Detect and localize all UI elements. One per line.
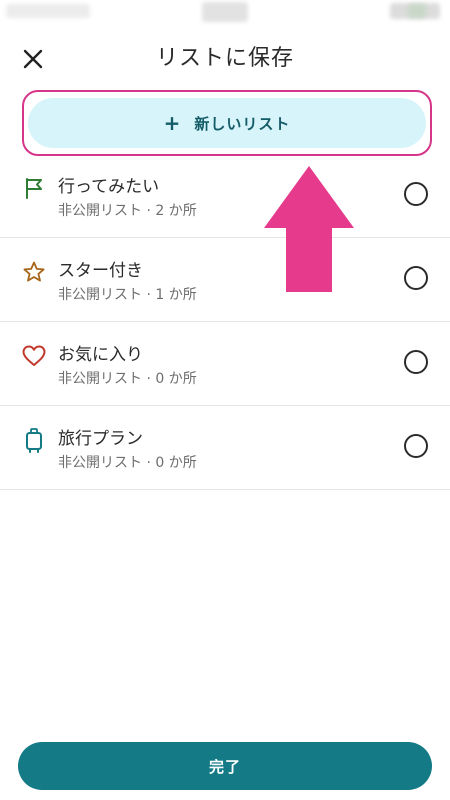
list-meta: 非公開リスト · 2 か所 [58, 203, 197, 219]
done-label: 完了 [208, 757, 241, 776]
heart-icon [20, 342, 48, 370]
save-to-list-screen: リストに保存 + 新しいリスト 行ってみたい 非公開リスト · 2 か所 スター… [0, 0, 450, 800]
star-icon [20, 258, 48, 286]
status-bar-time [6, 4, 90, 18]
new-list-button[interactable]: + 新しいリスト [28, 98, 426, 148]
status-bar-notch [202, 2, 248, 22]
done-button[interactable]: 完了 [18, 742, 432, 790]
list-name: 行ってみたい [58, 177, 160, 197]
list-meta: 非公開リスト · 1 か所 [58, 287, 197, 303]
list-item-favorites[interactable]: お気に入り 非公開リスト · 0 か所 [0, 322, 450, 406]
page-title: リストに保存 [155, 46, 294, 71]
suitcase-icon [20, 426, 48, 454]
list-name: 旅行プラン [58, 429, 143, 449]
radio-button[interactable] [404, 182, 428, 206]
list-item-travel-plan[interactable]: 旅行プラン 非公開リスト · 0 か所 [0, 406, 450, 490]
list-name: お気に入り [58, 345, 143, 365]
radio-button[interactable] [404, 350, 428, 374]
battery-icon [408, 4, 426, 18]
saved-lists: 行ってみたい 非公開リスト · 2 か所 スター付き 非公開リスト · 1 か所… [0, 154, 450, 490]
list-meta: 非公開リスト · 0 か所 [58, 455, 197, 471]
flag-icon [20, 174, 48, 202]
arrow-up-icon [264, 166, 354, 292]
radio-button[interactable] [404, 266, 428, 290]
radio-button[interactable] [404, 434, 428, 458]
list-item-starred[interactable]: スター付き 非公開リスト · 1 か所 [0, 238, 450, 322]
list-name: スター付き [58, 261, 143, 281]
header: リストに保存 [0, 36, 450, 80]
new-list-label: 新しいリスト [194, 114, 291, 133]
plus-icon: + [163, 111, 181, 135]
list-item-want-to-go[interactable]: 行ってみたい 非公開リスト · 2 か所 [0, 154, 450, 238]
status-bar [0, 0, 450, 26]
list-meta: 非公開リスト · 0 か所 [58, 371, 197, 387]
